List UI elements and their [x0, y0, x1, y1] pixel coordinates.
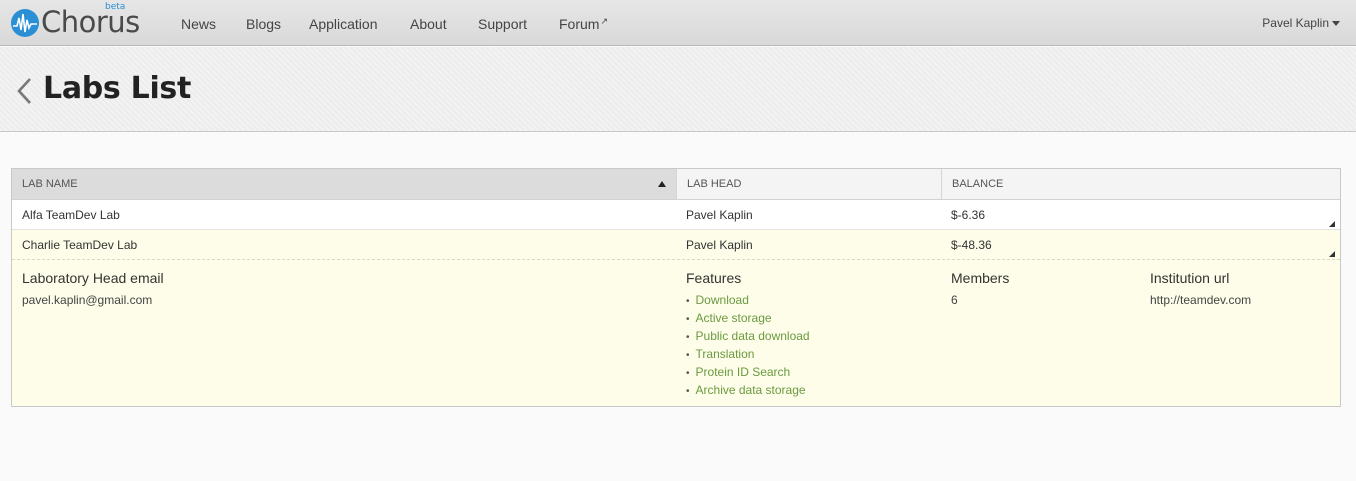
row-details-panel: Laboratory Head email pavel.kaplin@gmail…: [12, 260, 1340, 406]
nav-about[interactable]: About: [410, 16, 447, 32]
user-menu[interactable]: Pavel Kaplin: [1262, 16, 1340, 30]
details-institution-label: Institution url: [1150, 270, 1230, 286]
expand-toggle-icon[interactable]: [1329, 221, 1335, 227]
cell-lab-name: Alfa TeamDev Lab: [22, 208, 120, 222]
column-header-label: LAB NAME: [22, 178, 78, 190]
nav-forum[interactable]: Forum↗: [559, 16, 608, 32]
feature-link-public-data-download[interactable]: Public data download: [696, 329, 810, 343]
column-header-label: LAB HEAD: [687, 178, 742, 190]
chorus-logo-icon: [11, 9, 39, 37]
page-title: Labs List: [43, 71, 192, 106]
cell-lab-head: Pavel Kaplin: [686, 238, 753, 252]
column-header-balance[interactable]: BALANCE: [942, 169, 1340, 199]
nav-blogs[interactable]: Blogs: [246, 16, 281, 32]
nav-news[interactable]: News: [181, 16, 216, 32]
column-header-label: BALANCE: [952, 178, 1004, 190]
list-item: • Protein ID Search: [686, 365, 791, 379]
page-header: Labs List: [0, 47, 1356, 132]
list-item: • Active storage: [686, 311, 772, 325]
table-row[interactable]: Charlie TeamDev Lab Pavel Kaplin $-48.36: [12, 230, 1340, 260]
feature-link-archive-data-storage[interactable]: Archive data storage: [696, 383, 806, 397]
details-features-label: Features: [686, 270, 742, 286]
feature-link-active-storage[interactable]: Active storage: [696, 311, 772, 325]
feature-link-download[interactable]: Download: [696, 293, 749, 307]
details-email-value: pavel.kaplin@gmail.com: [22, 293, 153, 307]
table-header: LAB NAME LAB HEAD BALANCE: [12, 169, 1340, 200]
list-item: • Translation: [686, 347, 755, 361]
details-members-value: 6: [951, 293, 958, 307]
column-header-lab-head[interactable]: LAB HEAD: [677, 169, 942, 199]
external-link-icon: ↗: [600, 16, 608, 26]
labs-table: LAB NAME LAB HEAD BALANCE Alfa TeamDev L…: [11, 168, 1341, 407]
nav-forum-label: Forum: [559, 16, 600, 32]
feature-link-translation[interactable]: Translation: [696, 347, 755, 361]
top-navbar: Chorus beta News Blogs Application About…: [0, 0, 1356, 46]
expand-toggle-icon[interactable]: [1329, 251, 1335, 257]
list-item: • Download: [686, 293, 749, 307]
cell-balance: $-6.36: [951, 208, 986, 222]
details-email-label: Laboratory Head email: [22, 270, 164, 286]
cell-lab-head: Pavel Kaplin: [686, 208, 753, 222]
cell-lab-name: Charlie TeamDev Lab: [22, 238, 138, 252]
chorus-logo[interactable]: Chorus beta: [10, 2, 140, 41]
caret-down-icon: [1332, 21, 1340, 27]
feature-link-protein-id-search[interactable]: Protein ID Search: [696, 365, 791, 379]
nav-application[interactable]: Application: [309, 16, 378, 32]
list-item: • Archive data storage: [686, 383, 806, 397]
details-members-label: Members: [951, 270, 1010, 286]
back-chevron-icon[interactable]: [14, 76, 36, 106]
list-item: • Public data download: [686, 329, 810, 343]
details-institution-value: http://teamdev.com: [1150, 293, 1252, 307]
user-name: Pavel Kaplin: [1262, 16, 1329, 30]
beta-badge: beta: [105, 2, 126, 12]
nav-support[interactable]: Support: [478, 16, 527, 32]
column-header-lab-name[interactable]: LAB NAME: [12, 169, 677, 199]
sort-ascending-icon: [658, 181, 666, 187]
features-list: • Download • Active storage • Public data d…: [686, 293, 810, 401]
cell-balance: $-48.36: [951, 238, 992, 252]
table-row[interactable]: Alfa TeamDev Lab Pavel Kaplin $-6.36: [12, 200, 1340, 230]
